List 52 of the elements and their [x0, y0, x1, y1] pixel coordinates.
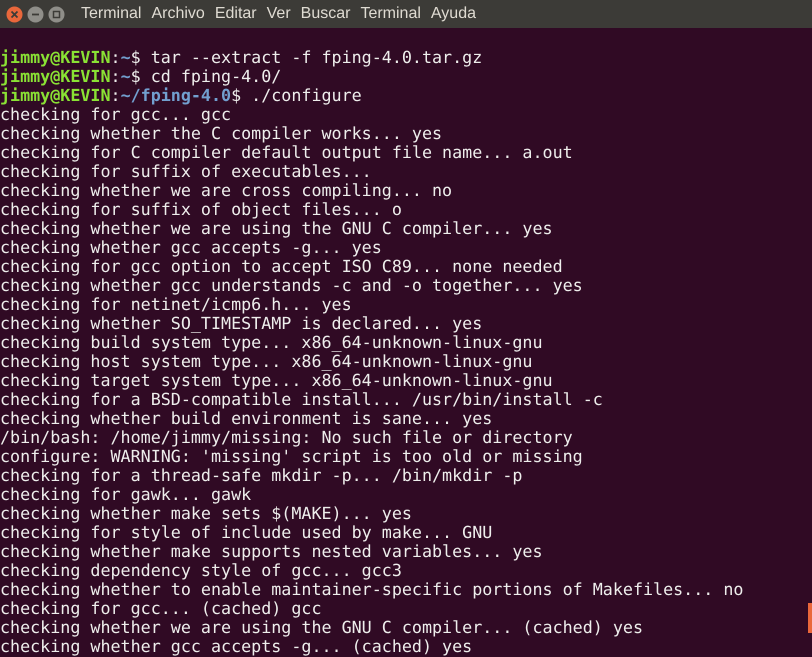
output-line: checking whether build environment is sane... yes	[0, 408, 492, 428]
output-line: checking for C compiler default output file name... a.out	[0, 142, 573, 162]
minimize-icon[interactable]	[27, 6, 44, 22]
output-line: checking whether we are using the GNU C compiler... (cached) yes	[0, 617, 643, 637]
prompt-path: ~	[120, 47, 131, 67]
output-line: /bin/bash: /home/jimmy/missing: No such file or directory	[0, 427, 573, 447]
output-line: checking for gcc... gcc	[0, 104, 232, 124]
prompt-path: ~	[120, 66, 131, 86]
output-line: checking for a thread-safe mkdir -p... /bin/mkdir -p	[0, 465, 522, 485]
output-line: checking whether we are cross compiling... no	[0, 180, 452, 200]
prompt-user: jimmy@KEVIN	[0, 85, 111, 105]
prompt-user: jimmy@KEVIN	[0, 66, 111, 86]
output-line: checking host system type... x86_64-unknown-linux-gnu	[0, 351, 532, 371]
output-line: checking for netinet/icmp6.h... yes	[0, 294, 352, 314]
output-line: checking for suffix of object files... o	[0, 199, 402, 219]
output-line: checking for a BSD-compatible install... /usr/bin/install -c	[0, 389, 603, 409]
output-line: checking whether we are using the GNU C compiler... yes	[0, 218, 553, 238]
output-line: checking target system type... x86_64-unknown-linux-gnu	[0, 370, 553, 390]
command-text: $ ./configure	[231, 85, 362, 105]
output-line: checking whether the C compiler works... yes	[0, 123, 442, 143]
prompt-path: ~/fping-4.0	[120, 85, 232, 105]
menu-item[interactable]: Ayuda	[430, 2, 476, 26]
output-line: checking build system type... x86_64-unknown-linux-gnu	[0, 332, 543, 352]
output-line: checking whether to enable maintainer-specific portions of Makefiles... no	[0, 579, 744, 599]
prompt-separator: :	[110, 47, 121, 67]
output-line: checking for style of include used by make... GNU	[0, 522, 492, 542]
output-line: checking dependency style of gcc... gcc3	[0, 560, 402, 580]
output-line: checking whether gcc accepts -g... (cached) yes	[0, 636, 472, 656]
output-line: checking whether make supports nested variables... yes	[0, 541, 543, 561]
output-line: checking for gawk... gawk	[0, 484, 252, 504]
menu-item[interactable]: Terminal	[360, 2, 421, 26]
menu-item[interactable]: Ver	[266, 2, 291, 26]
output-line: configure: WARNING: 'missing' script is too old or missing	[0, 446, 583, 466]
command-text: $ cd fping-4.0/	[130, 66, 282, 86]
output-line: checking whether make sets $(MAKE)... yes	[0, 503, 412, 523]
output-line: checking whether gcc understands -c and -o together... yes	[0, 275, 583, 295]
scrollbar-thumb[interactable]	[808, 603, 812, 633]
output-line: checking whether gcc accepts -g... yes	[0, 237, 382, 257]
prompt-user: jimmy@KEVIN	[0, 47, 111, 67]
menu-item[interactable]: Editar	[214, 2, 257, 26]
output-line: checking for suffix of executables...	[0, 161, 372, 181]
output-line: checking for gcc... (cached) gcc	[0, 598, 322, 618]
maximize-icon[interactable]	[48, 6, 65, 22]
menu-item[interactable]: Buscar	[300, 2, 350, 26]
close-icon[interactable]	[6, 6, 23, 22]
menu-item[interactable]: Terminal	[81, 2, 142, 26]
menu-item[interactable]: Archivo	[151, 2, 205, 26]
prompt-separator: :	[110, 85, 121, 105]
output-line: checking whether SO_TIMESTAMP is declared... yes	[0, 313, 482, 333]
output-line: checking for gcc option to accept ISO C89... none needed	[0, 256, 563, 276]
prompt-separator: :	[110, 66, 121, 86]
command-text: $ tar --extract -f fping-4.0.tar.gz	[130, 47, 482, 67]
